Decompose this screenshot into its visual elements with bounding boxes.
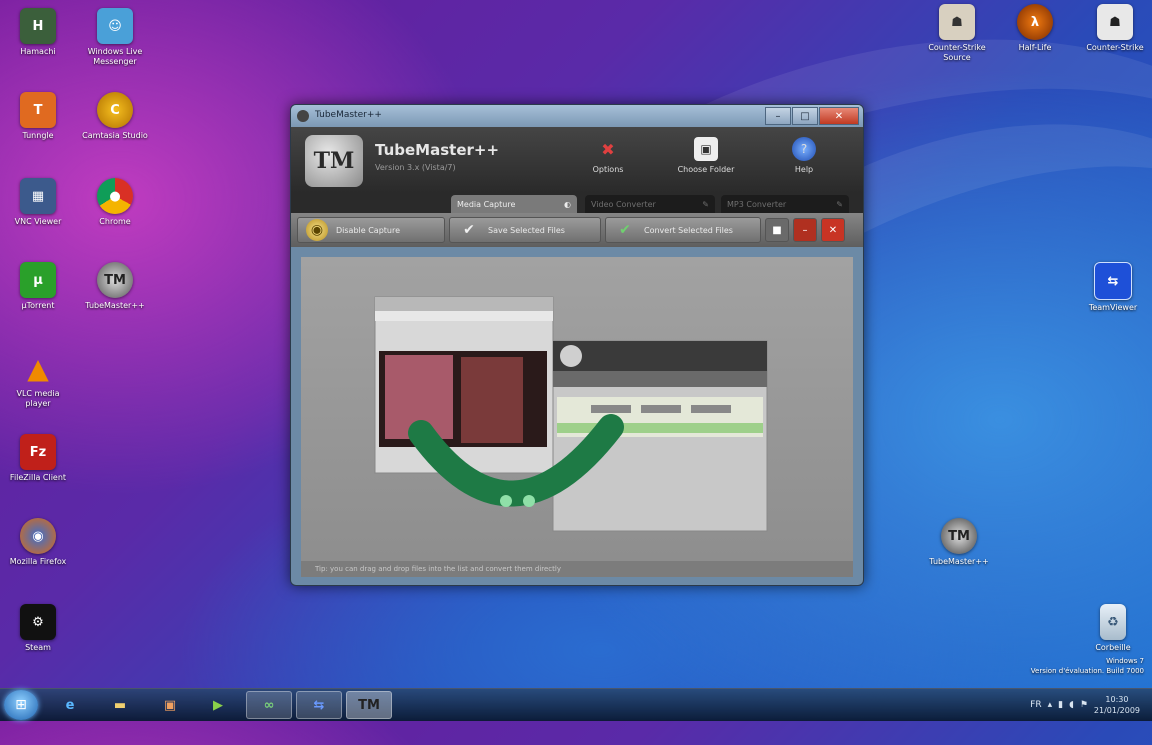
stop-button[interactable]: ■ [765,218,789,242]
capture-icon: ◐ [564,199,571,209]
system-tray: FR ▴ ▮ ◖ ⚑ 10:30 21/01/2009 [1030,689,1152,721]
capture-toggle-button[interactable]: ◉ Disable Capture [297,217,445,243]
capture-icon: ◉ [306,219,328,241]
desktop-icon-utorrent[interactable]: µ µTorrent [3,262,73,321]
desktop-icon-firefox[interactable]: ◉ Mozilla Firefox [3,518,73,577]
tab-bar: Media Capture ◐ Video Converter ✎ MP3 Co… [291,193,863,213]
desktop-icon-cs-source[interactable]: ☗ Counter-Strike Source [922,4,992,63]
counter-strike-icon: ☗ [1097,4,1133,40]
network-icon[interactable]: ▮ [1058,700,1063,710]
desktop-icon-chrome[interactable]: ● Chrome [80,178,150,237]
chrome-icon: ● [97,178,133,214]
action-center-icon[interactable]: ⚑ [1080,700,1088,710]
vlc-cone-icon: ▲ [27,351,49,385]
tools-icon: ✖ [601,139,615,159]
window-title: TubeMaster++ [315,110,382,120]
app-icon [297,110,309,122]
desktop-icon-vnc[interactable]: ▦ VNC Viewer [3,178,73,237]
volume-icon[interactable]: ◖ [1069,700,1074,710]
desktop-icon-recycle-bin[interactable]: ♻ Corbeille [1078,604,1148,663]
close-button[interactable]: ✕ [819,107,859,125]
taskbar-ie[interactable]: e [52,691,88,719]
browser-window-illustration [374,296,554,474]
tab-video-converter[interactable]: Video Converter ✎ [585,195,715,213]
firefox-icon: ◉ [20,518,56,554]
taskbar-explorer[interactable]: ▬ [102,691,138,719]
filezilla-icon: Fz [20,434,56,470]
desktop-icon-tubemaster-right[interactable]: TM TubeMaster++ [924,518,994,577]
tunngle-icon: T [20,92,56,128]
taskbar-hamachi[interactable]: ∞ [246,691,292,719]
show-hidden-icons[interactable]: ▴ [1048,700,1053,710]
action-toolbar: ◉ Disable Capture ✔ Save Selected Files … [291,213,863,247]
help-button[interactable]: ? Help [769,137,839,174]
clock[interactable]: 10:30 21/01/2009 [1094,694,1140,716]
desktop-icon-camtasia[interactable]: C Camtasia Studio [80,92,150,151]
converter-icon: ✎ [702,199,709,209]
taskbar-media[interactable]: ▣ [152,691,188,719]
tab-media-capture[interactable]: Media Capture ◐ [451,195,577,213]
start-button[interactable]: ⊞ [4,690,38,720]
cs-source-icon: ☗ [939,4,975,40]
taskbar-teamviewer[interactable]: ⇆ [296,691,342,719]
app-name: TubeMaster++ [375,141,500,159]
capture-list-area[interactable] [301,257,853,561]
save-selected-button[interactable]: ✔ Save Selected Files [449,217,601,243]
hamachi-icon: H [20,8,56,44]
tubemaster-window[interactable]: TubeMaster++ – □ ✕ TM TubeMaster++ Versi… [290,104,864,586]
delete-button[interactable]: – [793,218,817,242]
utorrent-icon: µ [20,262,56,298]
camtasia-icon: C [97,92,133,128]
steam-icon: ⚙ [20,604,56,640]
folder-icon: ▣ [694,137,718,161]
taskbar-media-player[interactable]: ▶ [200,691,236,719]
mp3-icon: ✎ [836,199,843,209]
desktop-icon-tubemaster[interactable]: TM TubeMaster++ [80,262,150,321]
half-life-lambda-icon: λ [1017,4,1053,40]
convert-icon: ✔ [619,222,631,238]
desktop-icon-counter-strike[interactable]: ☗ Counter-Strike [1080,4,1150,63]
desktop-icon-messenger[interactable]: ☺ Windows Live Messenger [80,8,150,67]
app-version: Version 3.x (Vista/7) [375,163,456,172]
help-icon: ? [792,137,816,161]
recycle-bin-icon: ♻ [1100,604,1126,640]
language-indicator[interactable]: FR [1030,700,1041,710]
vnc-viewer-icon: ▦ [20,178,56,214]
convert-selected-button[interactable]: ✔ Convert Selected Files [605,217,761,243]
tubemaster-icon: TM [941,518,977,554]
options-button[interactable]: ✖ Options [573,137,643,175]
desktop-icon-filezilla[interactable]: Fz FileZilla Client [3,434,73,493]
window-titlebar[interactable]: TubeMaster++ – □ ✕ [291,105,863,127]
maximize-button[interactable]: □ [792,107,818,125]
tubemaster-icon: TM [97,262,133,298]
tab-mp3-converter[interactable]: MP3 Converter ✎ [721,195,849,213]
tubemaster-logo: TM [305,135,363,187]
teamviewer-icon: ⇆ [1094,262,1132,300]
windows-build-watermark: Windows 7 Version d'évaluation. Build 70… [1030,657,1144,675]
app-header: TM TubeMaster++ Version 3.x (Vista/7) ✖ … [291,127,863,193]
clear-button[interactable]: ✕ [821,218,845,242]
tubemaster-window-illustration [552,340,768,532]
minimize-button[interactable]: – [765,107,791,125]
messenger-icon: ☺ [97,8,133,44]
save-icon: ✔ [463,222,475,238]
taskbar-tubemaster[interactable]: TM [346,691,392,719]
drag-drop-illustration [374,296,768,532]
desktop-icon-vlc[interactable]: ▲ VLC media player [3,350,73,409]
desktop-icon-steam[interactable]: ⚙ Steam [3,604,73,663]
desktop-icon-tunngle[interactable]: T Tunngle [3,92,73,151]
status-bar: Tip: you can drag and drop files into th… [301,561,853,577]
choose-folder-button[interactable]: ▣ Choose Folder [671,137,741,174]
desktop-icon-teamviewer[interactable]: ⇆ TeamViewer [1078,262,1148,323]
taskbar: ⊞ e ▬ ▣ ▶ ∞ ⇆ TM FR ▴ ▮ ◖ ⚑ 10:30 21/01/… [0,688,1152,721]
desktop-icon-half-life[interactable]: λ Half-Life [1000,4,1070,63]
desktop-icon-hamachi[interactable]: H Hamachi [3,8,73,67]
